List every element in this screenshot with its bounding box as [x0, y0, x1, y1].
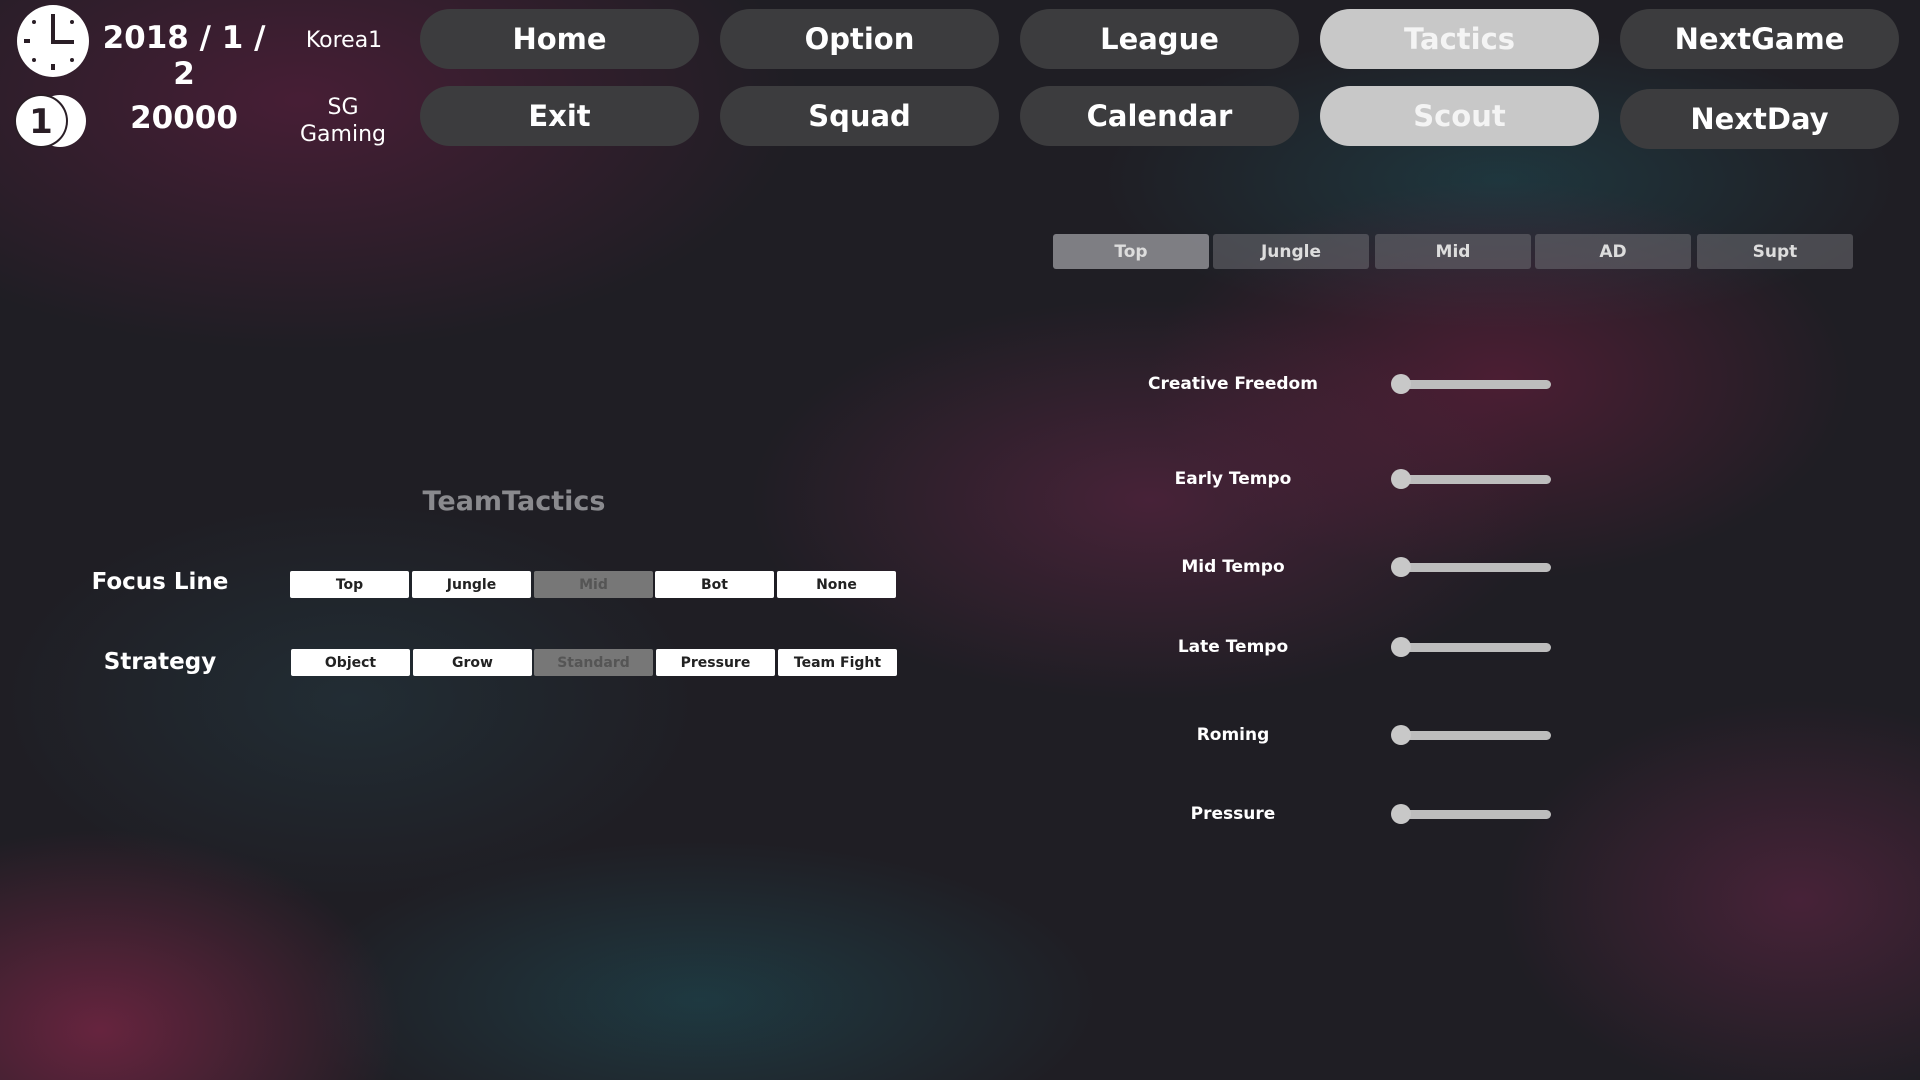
creative-freedom-slider[interactable]	[1391, 374, 1551, 394]
focus-line-label: Focus Line	[91, 569, 229, 595]
scout-button[interactable]: Scout	[1320, 86, 1599, 146]
date-display: 2018 / 1 / 2	[102, 20, 266, 92]
slider-thumb[interactable]	[1391, 374, 1411, 394]
money-display: 20000	[130, 100, 238, 136]
tactics-button[interactable]: Tactics	[1320, 9, 1599, 69]
roming-slider[interactable]	[1391, 725, 1551, 745]
mid-tempo-slider[interactable]	[1391, 557, 1551, 577]
slider-thumb[interactable]	[1391, 804, 1411, 824]
pressure-label: Pressure	[1190, 804, 1276, 824]
focus-none-option[interactable]: None	[777, 571, 896, 598]
strategy-standard-option[interactable]: Standard	[534, 649, 653, 676]
tab-supt[interactable]: Supt	[1697, 234, 1853, 269]
option-button[interactable]: Option	[720, 9, 999, 69]
focus-jungle-option[interactable]: Jungle	[412, 571, 531, 598]
home-button[interactable]: Home	[420, 9, 699, 69]
team-name: SG Gaming	[300, 95, 386, 147]
slider-thumb[interactable]	[1391, 725, 1411, 745]
clock-icon	[17, 5, 89, 77]
strategy-object-option[interactable]: Object	[291, 649, 410, 676]
coin-icon: 1	[14, 94, 86, 148]
nextgame-button[interactable]: NextGame	[1620, 9, 1899, 69]
nextday-button[interactable]: NextDay	[1620, 89, 1899, 149]
squad-button[interactable]: Squad	[720, 86, 999, 146]
creative-freedom-label: Creative Freedom	[1148, 374, 1318, 394]
late-tempo-slider[interactable]	[1391, 637, 1551, 657]
svg-text:1: 1	[29, 102, 53, 142]
focus-bot-option[interactable]: Bot	[655, 571, 774, 598]
pressure-slider[interactable]	[1391, 804, 1551, 824]
slider-thumb[interactable]	[1391, 637, 1411, 657]
mid-tempo-label: Mid Tempo	[1181, 557, 1285, 577]
focus-top-option[interactable]: Top	[290, 571, 409, 598]
early-tempo-label: Early Tempo	[1174, 469, 1292, 489]
strategy-grow-option[interactable]: Grow	[413, 649, 532, 676]
strategy-pressure-option[interactable]: Pressure	[656, 649, 775, 676]
slider-thumb[interactable]	[1391, 469, 1411, 489]
tab-ad[interactable]: AD	[1535, 234, 1691, 269]
league-button[interactable]: League	[1020, 9, 1299, 69]
league-name: Korea1	[305, 28, 383, 53]
slider-thumb[interactable]	[1391, 557, 1411, 577]
early-tempo-slider[interactable]	[1391, 469, 1551, 489]
focus-mid-option[interactable]: Mid	[534, 571, 653, 598]
tab-top[interactable]: Top	[1053, 234, 1209, 269]
strategy-label: Strategy	[103, 649, 217, 675]
strategy-team-fight-option[interactable]: Team Fight	[778, 649, 897, 676]
late-tempo-label: Late Tempo	[1177, 637, 1289, 657]
exit-button[interactable]: Exit	[420, 86, 699, 146]
team-tactics-title: TeamTactics	[422, 486, 606, 517]
tab-mid[interactable]: Mid	[1375, 234, 1531, 269]
tab-jungle[interactable]: Jungle	[1213, 234, 1369, 269]
calendar-button[interactable]: Calendar	[1020, 86, 1299, 146]
roming-label: Roming	[1196, 725, 1270, 745]
